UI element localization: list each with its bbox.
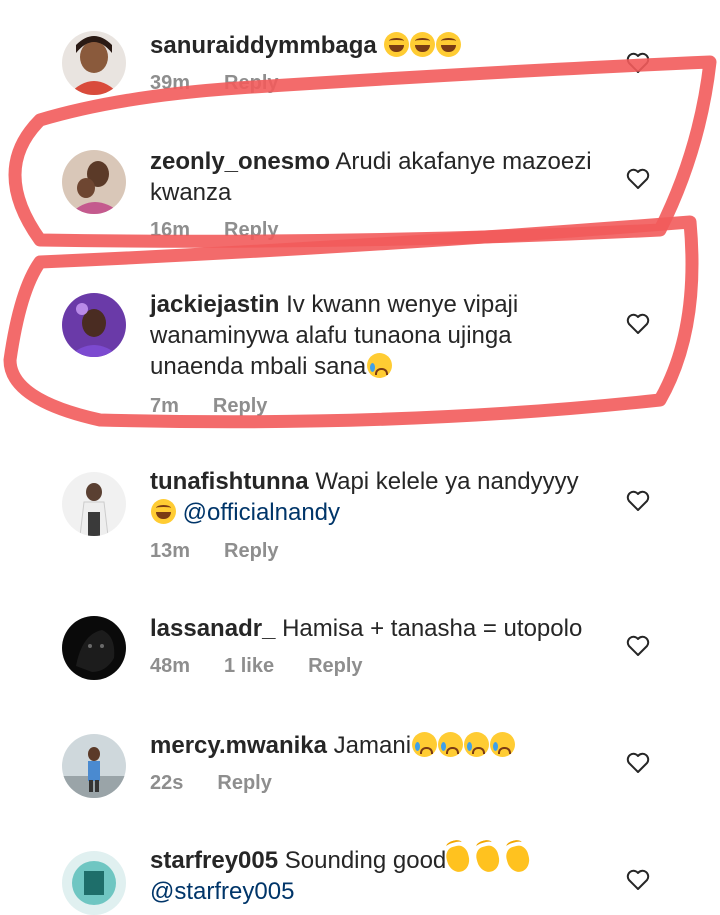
username[interactable]: tunafishtunna [150,468,309,495]
username[interactable]: lassanadr_ [150,615,275,642]
avatar[interactable] [62,150,126,214]
emoji-crying-icon [412,732,438,757]
reply-button[interactable]: Reply [217,772,271,795]
comment-text: Wapi kelele ya nandyyyy [315,468,579,495]
emoji-laugh-icon [410,32,436,57]
emoji-crying-icon [367,353,393,378]
avatar[interactable] [62,616,126,680]
emoji-crying-icon [464,732,490,757]
heart-outline-icon[interactable] [626,168,650,190]
emoji-laugh-icon [436,32,462,57]
emoji-clapping-icon [473,843,502,875]
username[interactable]: zeonly_onesmo [150,148,330,175]
reply-button[interactable]: Reply [224,540,278,563]
reply-button[interactable]: Reply [213,395,267,418]
comment-timestamp: 16m [150,219,191,241]
avatar[interactable] [62,31,126,95]
heart-outline-icon[interactable] [626,490,650,512]
emoji-laugh-icon [151,499,176,524]
heart-outline-icon[interactable] [626,635,650,657]
emoji-crying-icon [438,732,464,757]
comment-timestamp: 48m [150,655,191,677]
username[interactable]: jackiejastin [150,291,279,318]
reply-button[interactable]: Reply [224,72,278,95]
comment-text: Jamani [333,732,412,759]
emoji-clapping-icon [444,843,473,875]
avatar[interactable] [62,851,126,915]
comment-timestamp: 7m [150,395,179,417]
comment-timestamp: 13m [150,540,191,562]
heart-outline-icon[interactable] [626,313,650,335]
avatar[interactable] [62,472,126,536]
username[interactable]: sanuraiddymmbaga [150,32,377,59]
emoji-crying-icon [490,732,516,757]
emoji-laugh-icon [384,32,410,57]
comment-text: Sounding good [284,847,447,874]
avatar[interactable] [62,293,126,357]
mention-link[interactable]: @starfrey005 [150,878,294,905]
reply-button[interactable]: Reply [224,219,278,242]
avatar[interactable] [62,734,126,798]
heart-outline-icon[interactable] [626,869,650,891]
username[interactable]: starfrey005 [150,847,278,874]
heart-outline-icon[interactable] [626,752,650,774]
emoji-clapping-icon [503,843,532,875]
username[interactable]: mercy.mwanika [150,732,327,759]
comment-text: Hamisa + tanasha = utopolo [282,615,583,642]
comment-timestamp: 22s [150,772,184,794]
like-count[interactable]: 1 like [224,655,274,678]
comment-timestamp: 39m [150,72,191,94]
heart-outline-icon[interactable] [626,52,650,74]
mention-link[interactable]: @officialnandy [183,499,340,526]
reply-button[interactable]: Reply [308,655,362,678]
